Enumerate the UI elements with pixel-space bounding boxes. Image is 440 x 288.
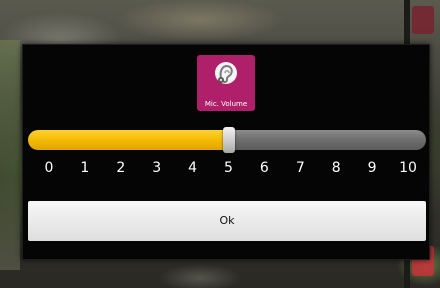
tick-label: 3	[152, 160, 162, 176]
tick-label: 9	[367, 160, 377, 176]
background-tile	[412, 6, 434, 34]
tick-label: 5	[224, 160, 233, 176]
slider-fill	[28, 130, 229, 150]
tick-label: 0	[44, 160, 54, 176]
microphone-ear-icon	[215, 62, 237, 84]
ok-button[interactable]: Ok	[28, 201, 426, 241]
background-strip	[0, 40, 20, 270]
tick-label: 6	[259, 160, 269, 176]
tick-label: 2	[116, 160, 126, 176]
volume-slider[interactable]	[28, 127, 426, 153]
slider-thumb[interactable]	[222, 127, 235, 153]
tick-label: 7	[295, 160, 305, 176]
tick-label: 10	[399, 160, 417, 176]
mic-volume-dialog: Mic. Volume 0 1 2 3 4 5 6 7 8 9 10 Ok	[22, 44, 430, 260]
tick-label: 1	[80, 160, 90, 176]
mic-volume-app-icon: Mic. Volume	[197, 55, 255, 111]
tick-label: 4	[188, 160, 198, 176]
tick-label: 8	[331, 160, 341, 176]
app-icon-label: Mic. Volume	[204, 100, 248, 108]
slider-tick-labels: 0 1 2 3 4 5 6 7 8 9 10	[23, 159, 429, 177]
